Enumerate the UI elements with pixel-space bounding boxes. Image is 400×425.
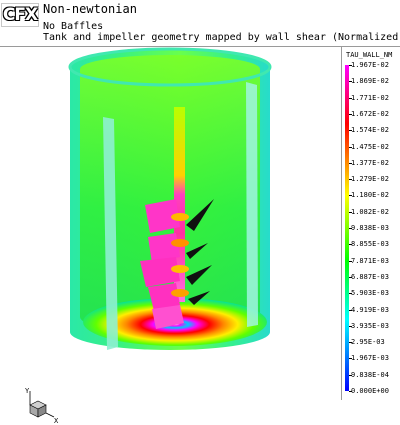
axis-x-label: X [54,417,59,425]
plot-title: Non-newtonian [43,2,137,16]
legend-tick-label: 8.855E-03 [351,240,389,249]
legend-tick-label: 1.377E-02 [351,158,389,167]
legend-tick-label: 1.869E-02 [351,77,389,86]
impeller-hub [171,213,189,221]
legend-tick-label: 1.082E-02 [351,207,389,216]
legend-title: TAU_WALL_NM [346,51,393,59]
color-legend: TAU_WALL_NM 1.967E-02 1.869E-02 1.771E-02 1… [341,47,400,400]
legend-tick-label: 2.95E-03 [351,338,385,347]
header-bar: CFX Non-newtonian No Baffles Tank and im… [0,0,400,47]
legend-tick-label: 6.887E-03 [351,272,389,281]
legend-tick-label: 9.838E-03 [351,224,389,232]
legend-tick-label: 1.574E-02 [351,126,389,135]
legend-tick-label: 5.903E-03 [351,289,389,298]
impeller-hub [171,289,189,297]
legend-tick-label: 0.000E+00 [351,387,389,395]
legend-tick-label: 9.838E-04 [351,370,389,379]
legend-tick-label: 1.771E-02 [351,93,389,102]
cfx-logo: CFX [1,3,39,27]
impeller-hub [171,265,189,273]
legend-tick-label: 7.871E-03 [351,256,389,265]
legend-tick-label: 1.279E-02 [351,175,389,184]
plot-subtitle-2: Tank and impeller geometry mapped by wal… [43,32,400,43]
impeller-hub [171,239,189,247]
legend-tick-label: 4.919E-03 [351,305,389,314]
axis-triad: Y X [25,387,59,425]
legend-tick-label: 1.475E-02 [351,142,389,151]
legend-tick-label: 3.935E-03 [351,321,389,330]
legend-tick-label: 1.180E-02 [351,191,389,200]
axis-y-label: Y [25,387,30,395]
legend-tick-label: 1.672E-02 [351,109,389,118]
tank-cutaway-right [246,82,258,327]
legend-tick-label: 1.967E-02 [351,61,389,69]
legend-tick-label: 1.967E-03 [351,354,389,363]
render-viewport[interactable]: Y X [0,47,341,425]
